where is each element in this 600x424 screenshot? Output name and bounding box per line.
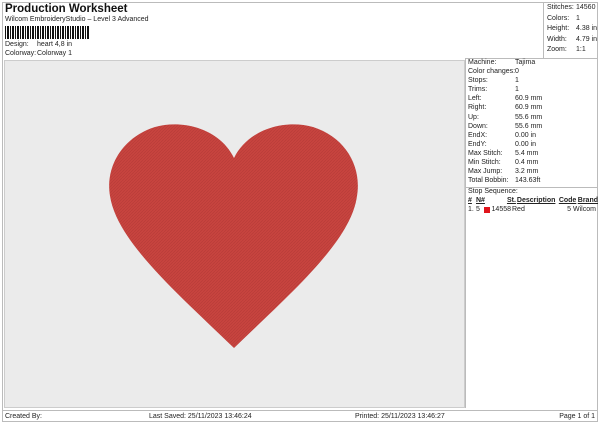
info-value: 5.4 mm	[515, 149, 539, 157]
stop-table-row: 1. 5 14558 Red 5 Wilcom	[468, 206, 596, 214]
machine-info-row: Down: 55.6 mm	[466, 123, 598, 132]
stat-height: Height: 4.38 in	[547, 25, 598, 32]
machine-info-row: Color changes: 0	[466, 68, 598, 77]
info-label: Max Stitch:	[468, 149, 503, 157]
info-label: Up:	[468, 113, 479, 121]
design-row: Design: heart 4,8 in	[5, 41, 72, 48]
info-label: Machine:	[468, 59, 497, 66]
machine-info-row: Up: 55.6 mm	[466, 114, 598, 123]
info-label: EndY:	[468, 140, 487, 148]
page-number: Page 1 of 1	[559, 413, 595, 420]
machine-info-row: Stops: 1	[466, 77, 598, 86]
heart-design	[109, 124, 358, 348]
machine-info-row: Total Bobbin: 143.63ft	[466, 177, 598, 186]
info-value: 1	[515, 77, 519, 85]
created-by: Created By:	[5, 413, 42, 420]
machine-info-row: Left: 60.9 mm	[466, 95, 598, 104]
info-label: Color changes:	[468, 68, 516, 76]
info-label: Min Stitch:	[468, 159, 501, 167]
info-label: Left:	[468, 95, 482, 103]
info-value: 0	[515, 68, 519, 76]
machine-info-row: Right: 60.9 mm	[466, 104, 598, 113]
info-value: 143.63ft	[515, 177, 541, 185]
stat-zoom: Zoom: 1:1	[547, 46, 586, 53]
machine-info-panel: Machine: Tajima Color changes: 0 Stops: 1 Trim…	[465, 58, 598, 408]
info-value: 60.9 mm	[515, 95, 543, 103]
machine-info-row: EndY: 0.00 in	[466, 141, 598, 150]
stat-colors: Colors: 1	[547, 14, 580, 22]
colorway-value: Colorway 1	[37, 50, 73, 57]
design-label: Design:	[5, 41, 29, 48]
info-label: Stops:	[468, 77, 488, 85]
machine-info-row: Machine: Tajima	[466, 59, 598, 68]
machine-info-row: Min Stitch: 0.4 mm	[466, 159, 598, 168]
info-value: 0.4 mm	[515, 159, 539, 167]
printed-date: Printed: 25/11/2023 13:46:27	[355, 413, 445, 420]
stop-sequence-title: Stop Sequence:	[466, 187, 598, 197]
stat-width: Width: 4.79 in	[547, 35, 598, 43]
info-value: 55.6 mm	[515, 113, 543, 121]
stat-stitches: Stitches: 14560	[547, 4, 596, 11]
design-preview	[4, 60, 465, 408]
software-subtitle: Wilcom EmbroideryStudio – Level 3 Advanc…	[5, 16, 149, 23]
info-label: Right:	[468, 104, 487, 112]
info-label: Total Bobbin:	[468, 177, 509, 185]
barcode	[5, 26, 90, 39]
info-value: 60.9 mm	[515, 104, 543, 112]
last-saved: Last Saved: 25/11/2023 13:46:24	[149, 413, 252, 420]
colorway-row: Colorway: Colorway 1	[5, 50, 72, 57]
info-value: 3.2 mm	[515, 168, 539, 176]
info-label: Down:	[468, 122, 488, 130]
color-swatch	[484, 207, 490, 214]
design-value: heart 4,8 in	[37, 41, 73, 48]
info-value: 1	[515, 86, 519, 94]
machine-info-row: Max Jump: 3.2 mm	[466, 168, 598, 177]
footer: Created By: Last Saved: 25/11/2023 13:46…	[2, 410, 598, 422]
stats-box: Stitches: 14560 Colors: 1 Height: 4.38 in W…	[543, 2, 598, 58]
machine-info-row: EndX: 0.00 in	[466, 132, 598, 141]
stop-table-header: # N# St. Description Code Brand	[468, 197, 598, 205]
info-value: Tajima	[515, 59, 536, 66]
info-label: Trims:	[468, 86, 488, 94]
page-title: Production Worksheet	[5, 3, 128, 15]
info-label: EndX:	[468, 131, 488, 139]
info-value: 55.6 mm	[515, 122, 543, 130]
machine-info-row: Max Stitch: 5.4 mm	[466, 150, 598, 159]
colorway-label: Colorway:	[5, 50, 37, 57]
info-value: 0.00 in	[515, 131, 537, 139]
info-value: 0.00 in	[515, 140, 537, 148]
info-label: Max Jump:	[468, 168, 503, 176]
machine-info-row: Trims: 1	[466, 86, 598, 95]
